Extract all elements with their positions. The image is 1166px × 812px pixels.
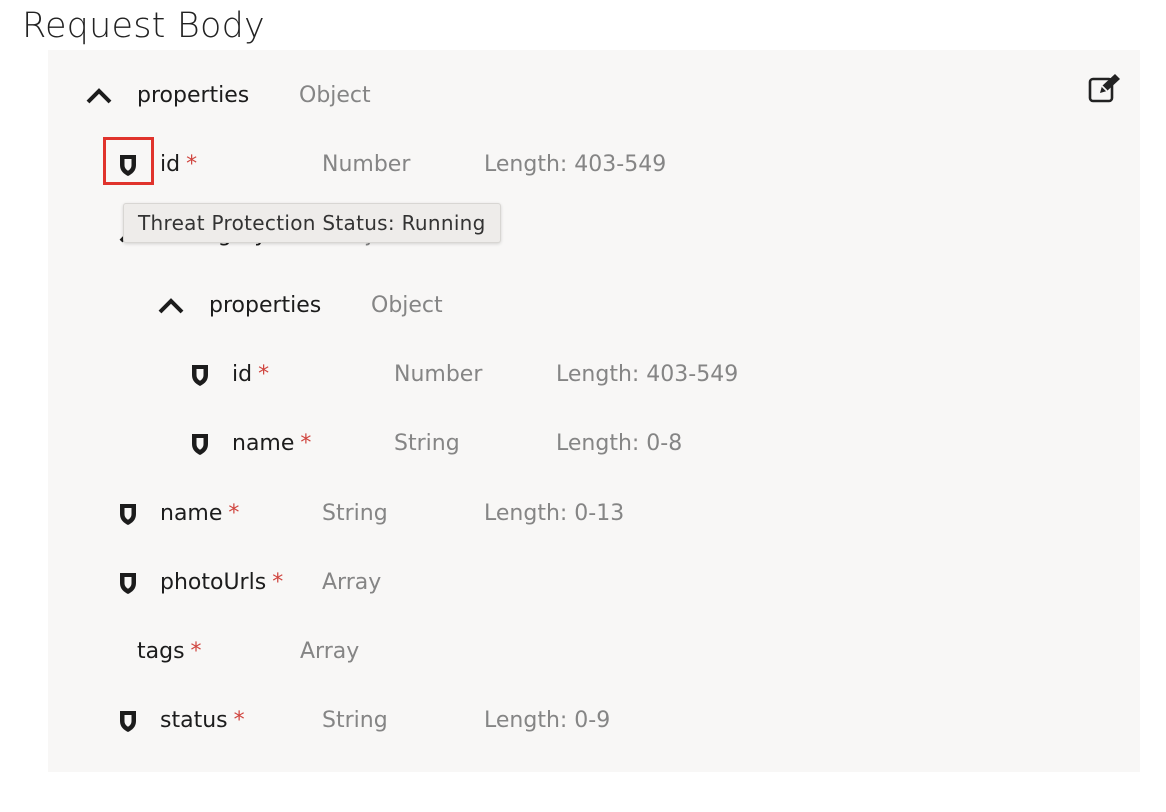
highlight-box [103, 137, 154, 185]
schema-row-category-properties[interactable]: properties Object [156, 291, 556, 321]
field-type: Object [299, 83, 371, 108]
schema-row-properties[interactable]: properties Object [84, 81, 484, 111]
field-type: Array [322, 570, 382, 595]
shield-icon[interactable] [189, 362, 211, 388]
schema-row-name: name * String Length: 0-13 [117, 499, 717, 529]
schema-row-status: status * String Length: 0-9 [117, 706, 717, 736]
required-marker: * [228, 501, 240, 526]
field-type: Object [371, 293, 443, 318]
shield-icon[interactable] [117, 708, 139, 734]
threat-protection-tooltip: Threat Protection Status: Running [123, 203, 501, 243]
field-name: id [232, 362, 253, 387]
field-name: properties [137, 83, 250, 108]
field-name: name [232, 431, 295, 456]
required-marker: * [272, 570, 284, 595]
page-title: Request Body [22, 6, 265, 46]
shield-icon[interactable] [117, 570, 139, 596]
field-type: String [322, 501, 388, 526]
chevron-up-icon[interactable] [156, 291, 186, 321]
schema-row-photourls: photoUrls * Array [117, 568, 517, 598]
field-name: name [160, 501, 223, 526]
shield-icon[interactable] [117, 501, 139, 527]
field-length: Length: 0-8 [556, 431, 683, 456]
schema-row-tags: tags * Array [137, 637, 537, 667]
field-name: photoUrls [160, 570, 267, 595]
field-type: String [394, 431, 460, 456]
field-length: Length: 0-13 [484, 501, 625, 526]
shield-icon[interactable] [189, 431, 211, 457]
edit-icon[interactable] [1087, 71, 1123, 105]
schema-row-category-name: name * String Length: 0-8 [189, 429, 789, 459]
field-name: properties [209, 293, 322, 318]
field-type: Array [300, 639, 360, 664]
required-marker: * [300, 431, 312, 456]
required-marker: * [190, 639, 202, 664]
field-name: id [160, 152, 181, 177]
field-name: tags [137, 639, 185, 664]
schema-row-id: id * Number Length: 403-549 [117, 150, 717, 180]
required-marker: * [186, 152, 198, 177]
field-length: Length: 403-549 [484, 152, 667, 177]
field-name: status [160, 708, 228, 733]
field-type: Number [322, 152, 411, 177]
schema-row-category-id: id * Number Length: 403-549 [189, 360, 789, 390]
required-marker: * [258, 362, 270, 387]
field-length: Length: 0-9 [484, 708, 611, 733]
field-length: Length: 403-549 [556, 362, 739, 387]
field-type: Number [394, 362, 483, 387]
chevron-up-icon[interactable] [84, 81, 114, 111]
field-type: String [322, 708, 388, 733]
required-marker: * [233, 708, 245, 733]
